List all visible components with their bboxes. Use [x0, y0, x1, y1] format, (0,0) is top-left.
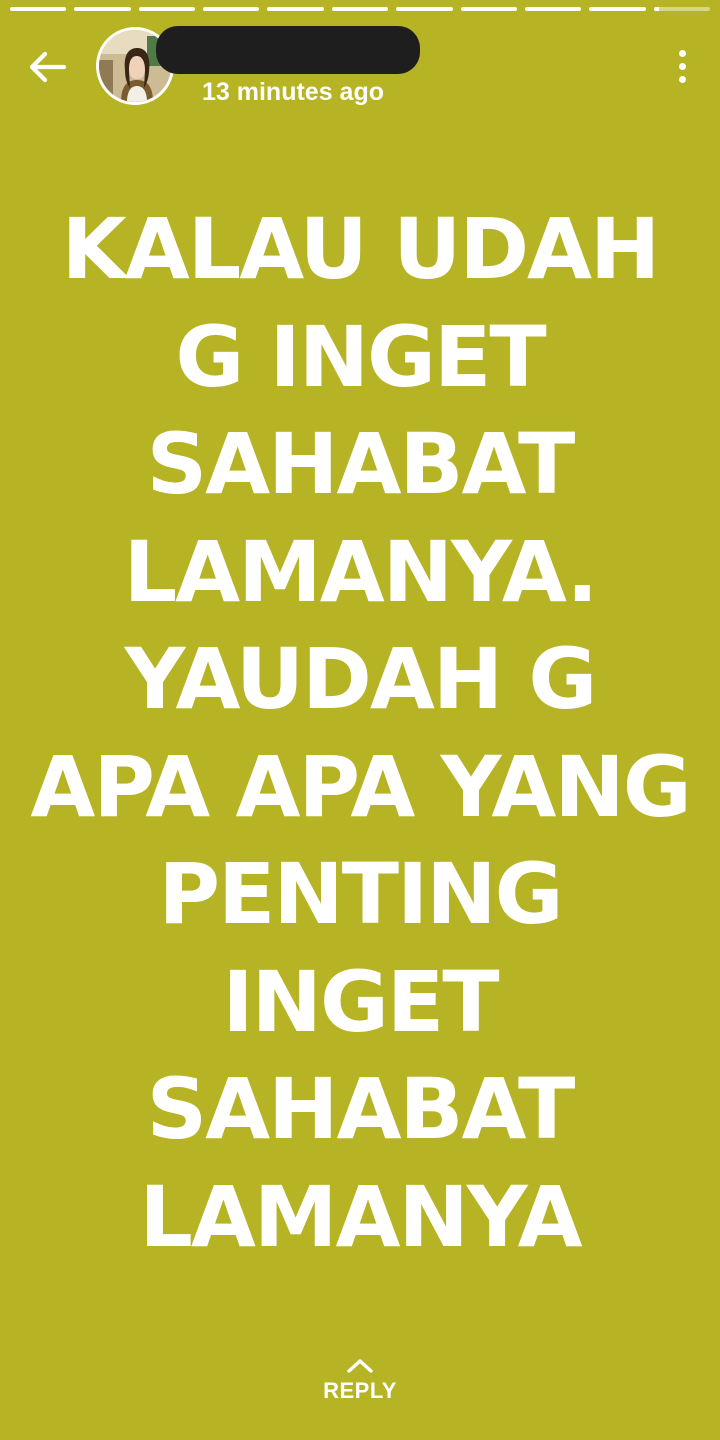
progress-segment: [396, 7, 453, 11]
status-text-line: KALAU UDAH: [61, 200, 661, 298]
status-text-line: SAHABAT: [146, 1060, 576, 1158]
progress-segment: [10, 7, 67, 11]
status-text-line: LAMANYA.: [123, 522, 599, 621]
more-options-button[interactable]: [670, 44, 694, 88]
status-text-line: INGET: [222, 952, 499, 1051]
progress-segment: [653, 7, 710, 11]
chevron-up-icon: [347, 1359, 373, 1373]
more-vertical-icon: [678, 49, 686, 83]
status-text-line: SAHABAT: [146, 415, 576, 513]
progress-segment: [524, 7, 582, 11]
status-viewer[interactable]: 13 minutes ago KALAU UDAH G INGET SAHABA…: [0, 0, 720, 1440]
progress-segment: [267, 7, 324, 11]
status-text-line: YAUDAH G: [124, 630, 598, 728]
progress-segment: [460, 7, 517, 11]
progress-segment: [589, 7, 646, 11]
status-text-line: PENTING: [158, 845, 563, 943]
progress-segment: [331, 7, 389, 11]
arrow-left-icon: [29, 51, 67, 83]
status-timestamp: 13 minutes ago: [202, 78, 384, 106]
progress-segment: [203, 7, 260, 11]
reply-label: REPLY: [323, 1378, 397, 1403]
status-text: KALAU UDAH G INGET SAHABAT LAMANYA. YAUD…: [20, 196, 700, 1271]
status-text-line: G INGET: [175, 307, 546, 406]
progress-segment: [74, 7, 131, 11]
back-button[interactable]: [22, 42, 72, 92]
status-text-line: APA APA YANG: [30, 737, 691, 836]
status-text-line: LAMANYA: [139, 1167, 582, 1266]
progress-bar: [10, 7, 710, 11]
reply-button[interactable]: REPLY: [300, 1356, 420, 1426]
contact-name-redacted: [156, 26, 420, 74]
progress-segment: [138, 7, 196, 11]
